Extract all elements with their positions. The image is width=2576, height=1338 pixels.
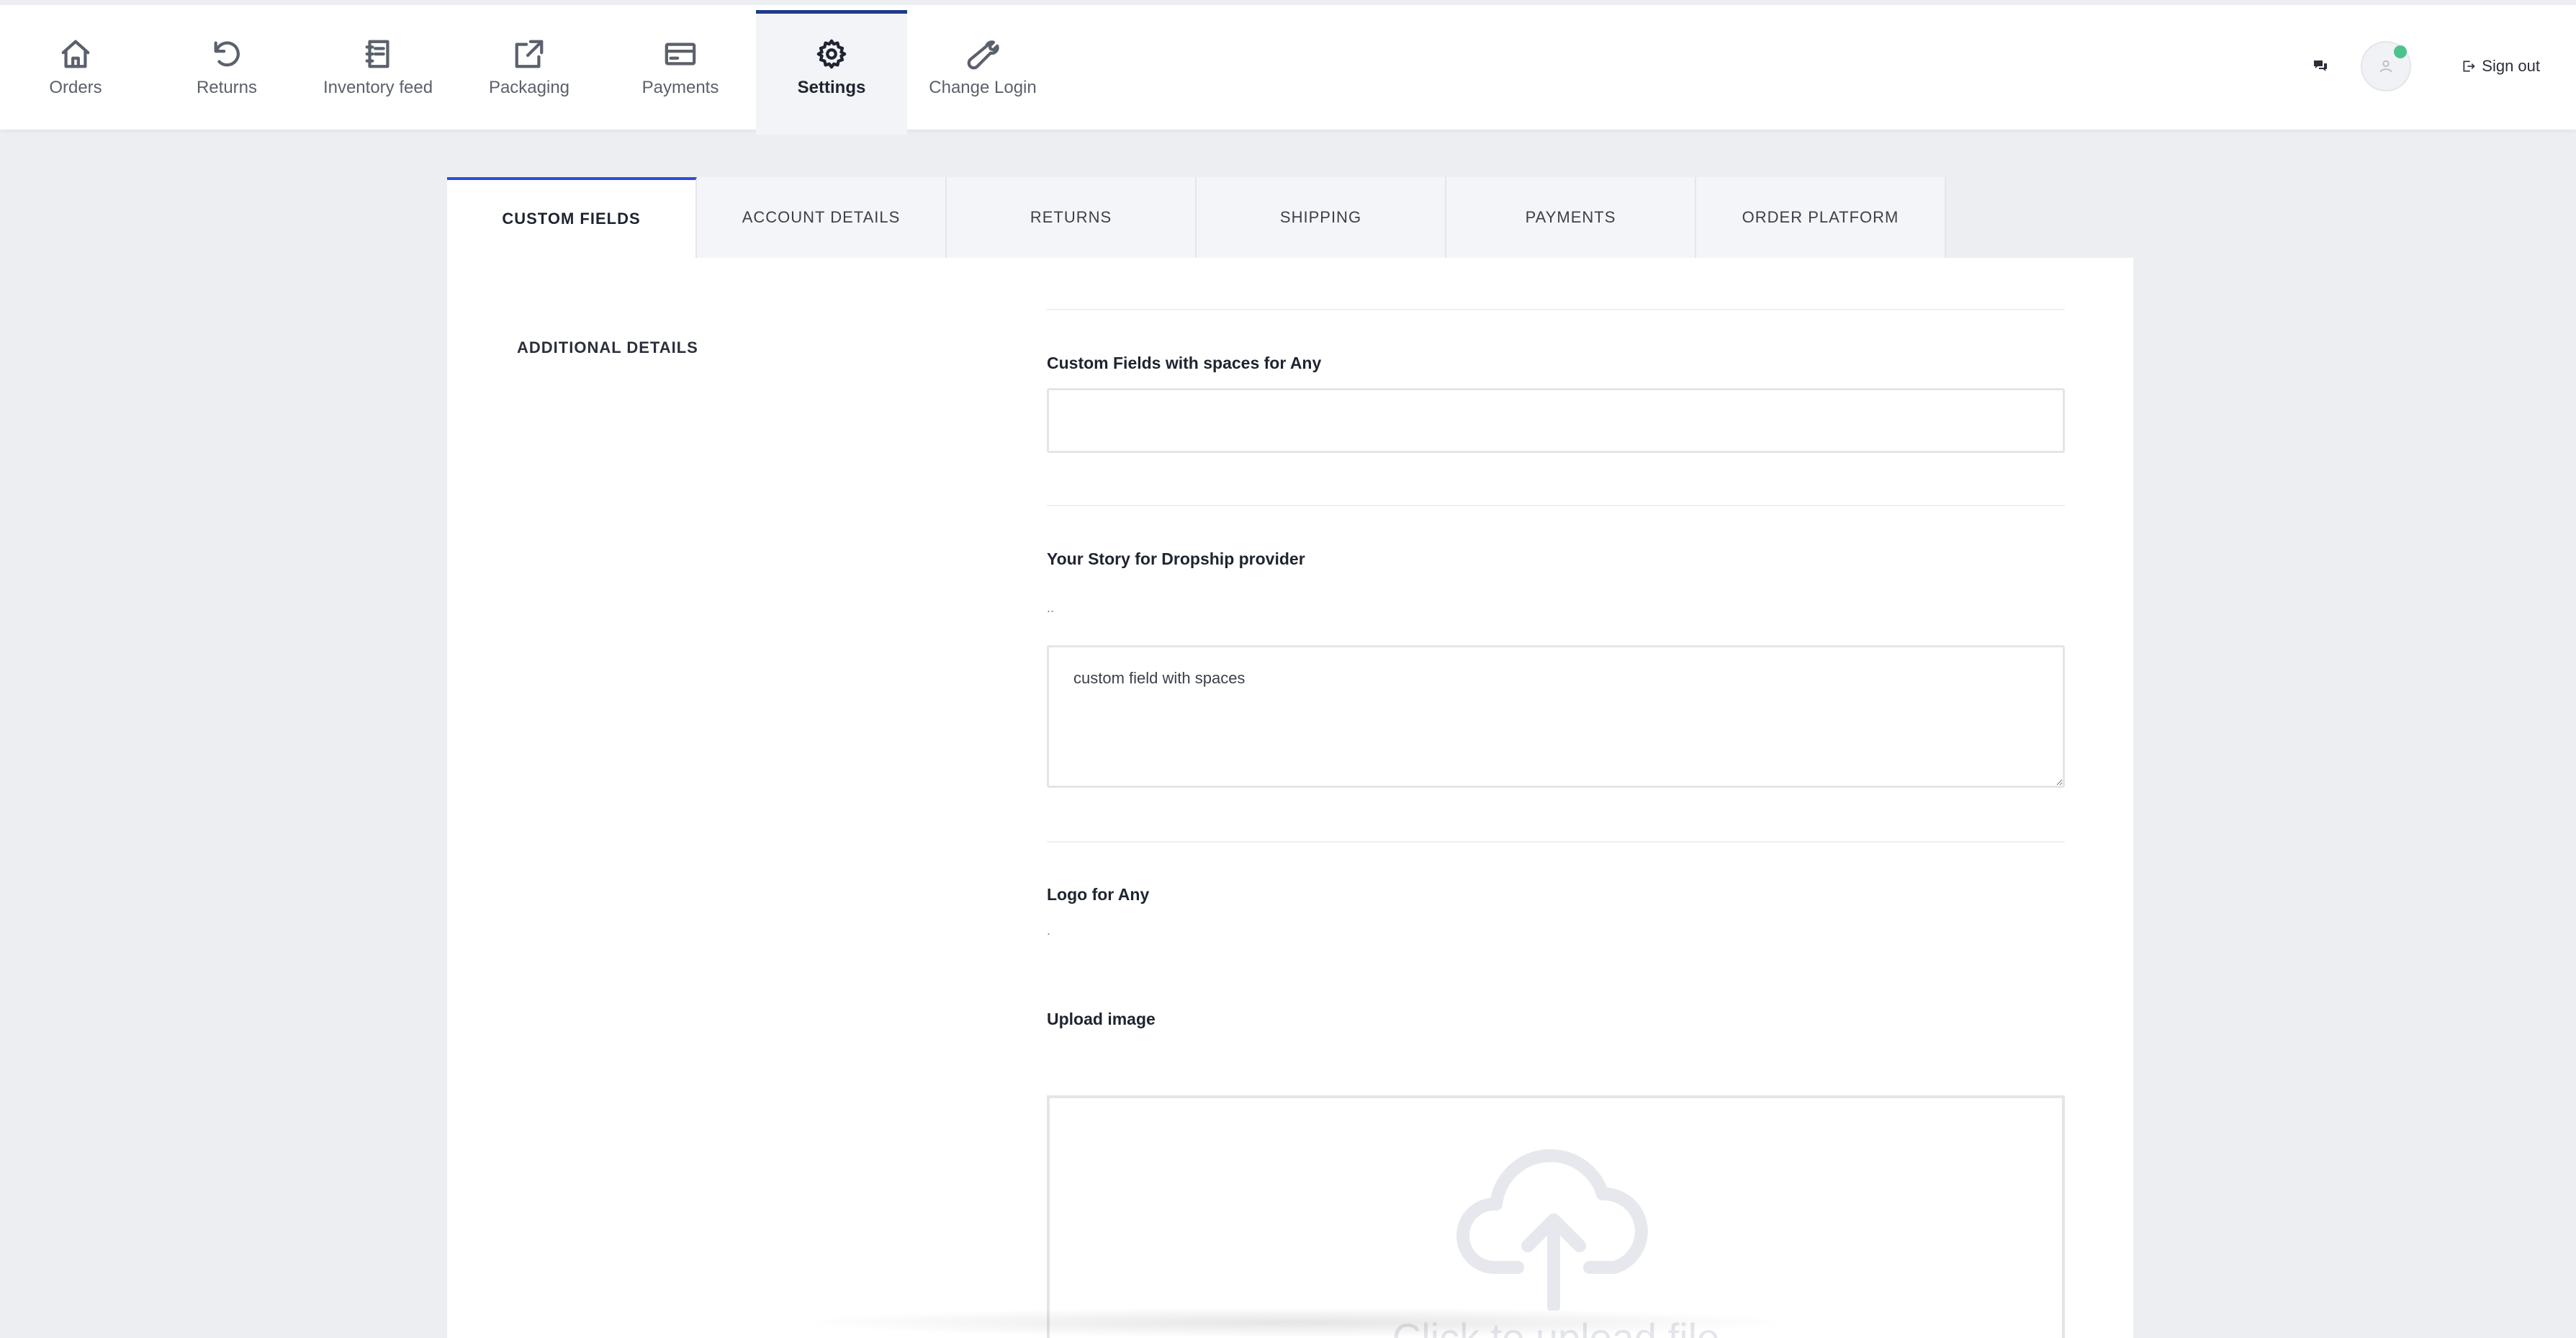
settings-tabs: CUSTOM FIELDS ACCOUNT DETAILS RETURNS SH… [447,177,1946,258]
tab-returns[interactable]: RETURNS [947,177,1197,258]
main-nav: Orders Returns Inventory feed Packaging … [0,10,1058,135]
sign-out-label: Sign out [2482,57,2540,75]
nav-label: Inventory feed [323,78,433,97]
nav-item-change-login[interactable]: Change Login [907,10,1058,135]
top-navigation-bar: Orders Returns Inventory feed Packaging … [0,0,2576,135]
tab-payments[interactable]: PAYMENTS [1446,177,1696,258]
gear-icon [816,39,847,69]
nav-item-returns[interactable]: Returns [151,10,302,135]
user-icon [2380,60,2392,73]
sign-out-icon [2463,60,2475,72]
divider [1047,841,2065,843]
nav-label: Packaging [488,78,570,97]
custom-fields-input[interactable] [1047,388,2065,453]
undo-icon [214,41,240,67]
section-title: ADDITIONAL DETAILS [517,338,698,356]
divider [1047,309,2065,310]
logo-label: Logo for Any [1047,885,1150,904]
custom-fields-label: Custom Fields with spaces for Any [1047,354,1322,372]
external-link-icon [515,40,544,68]
cloud-upload-icon [1456,1149,1648,1311]
notebook-icon [365,40,389,68]
settings-card: ADDITIONAL DETAILS Custom Fields with sp… [447,258,2133,1338]
nav-label: Settings [797,78,866,97]
tab-custom-fields[interactable]: CUSTOM FIELDS [447,177,697,258]
online-status-dot [2394,45,2408,58]
nav-item-packaging[interactable]: Packaging [454,10,605,135]
tab-order-platform[interactable]: ORDER PLATFORM [1696,177,1946,258]
story-label: Your Story for Dropship provider [1047,549,1305,568]
home-icon [61,40,90,68]
upload-dropzone[interactable]: Click to upload file [1047,1095,2065,1338]
logo-help-text: . [1047,923,1051,938]
header-actions: Sign out [2312,41,2540,91]
divider [1047,505,2065,506]
credit-card-icon [665,42,696,66]
nav-label: Payments [641,78,719,97]
avatar[interactable] [2361,41,2412,91]
tab-shipping[interactable]: SHIPPING [1197,177,1446,258]
story-help-text: .. [1047,601,1055,615]
sign-out-button[interactable]: Sign out [2462,57,2540,76]
chat-icon[interactable] [2312,58,2329,75]
dropzone-text: Click to upload file [1392,1315,1720,1338]
nav-label: Returns [196,78,258,97]
nav-item-payments[interactable]: Payments [605,10,756,135]
upload-image-label: Upload image [1047,1010,1156,1028]
nav-item-settings[interactable]: Settings [756,10,907,135]
nav-item-orders[interactable]: Orders [0,10,151,135]
nav-label: Change Login [929,78,1037,97]
wrench-icon [967,40,999,70]
nav-item-inventory-feed[interactable]: Inventory feed [302,10,454,135]
story-textarea[interactable]: custom field with spaces [1047,645,2065,788]
tab-account-details[interactable]: ACCOUNT DETAILS [697,177,947,258]
nav-label: Orders [49,78,102,97]
